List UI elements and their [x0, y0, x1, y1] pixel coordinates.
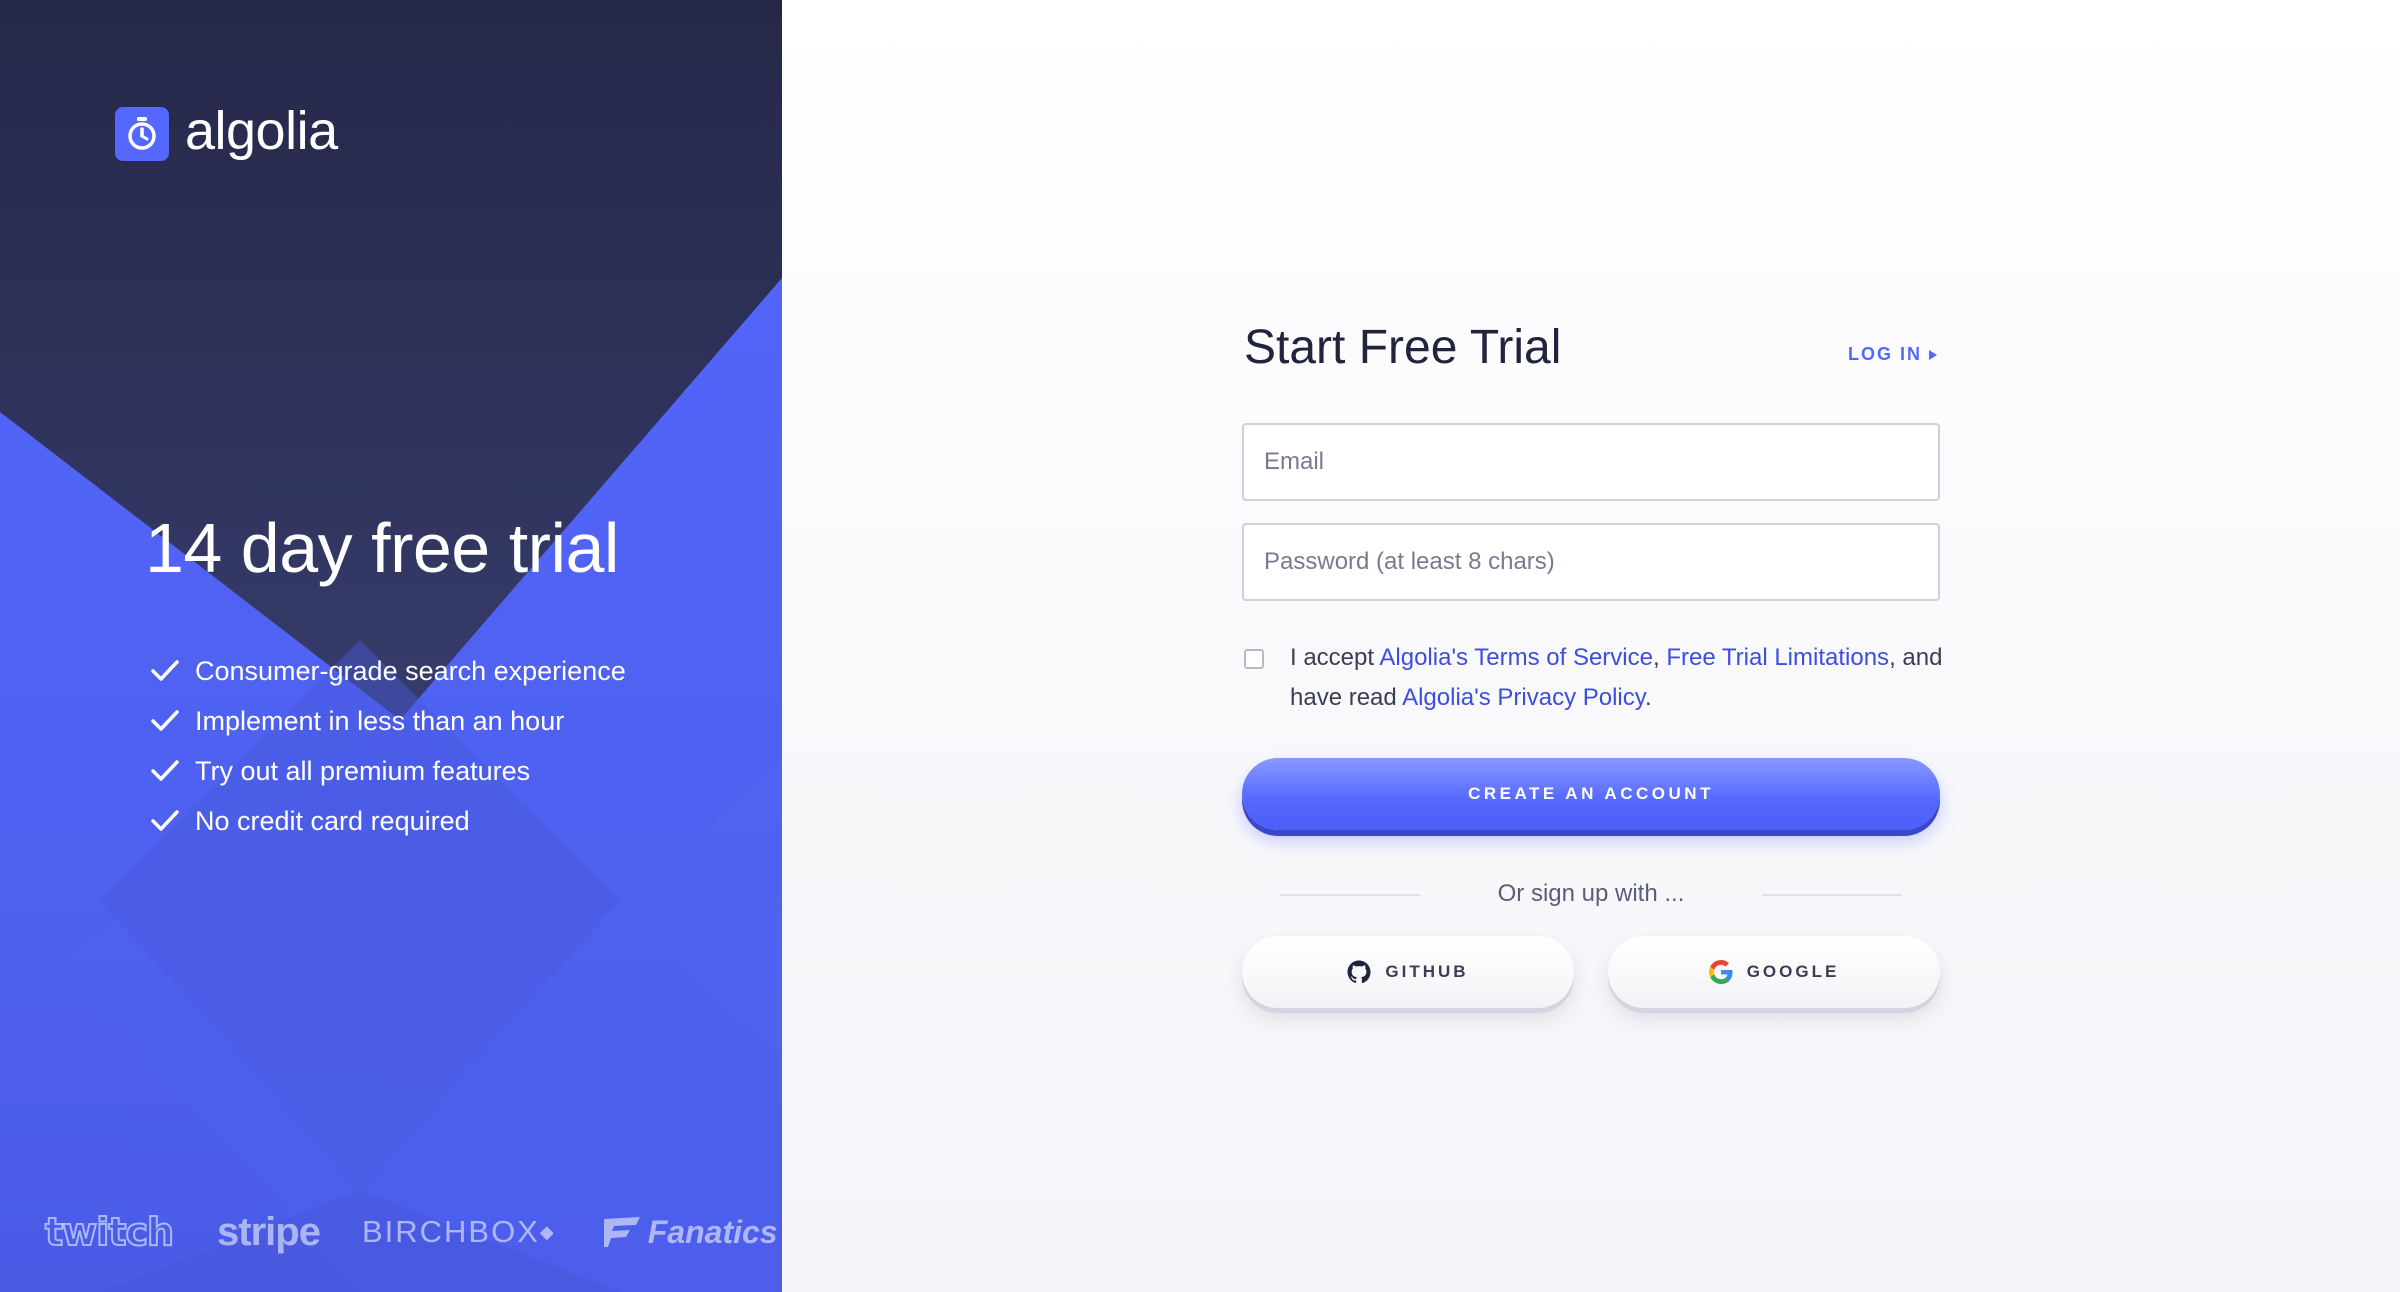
- feature-text: Consumer-grade search experience: [195, 655, 626, 686]
- terms-row: I accept Algolia's Terms of Service, Fre…: [1244, 638, 1944, 718]
- terms-text: I accept Algolia's Terms of Service, Fre…: [1290, 638, 1944, 718]
- birchbox-logo: BIRCHBOX◆: [361, 1214, 556, 1249]
- login-label: LOG IN: [1848, 344, 1922, 364]
- fanatics-flag-icon: [603, 1217, 640, 1247]
- feature-text: No credit card required: [195, 805, 470, 836]
- customer-logos: twitch stripe BIRCHBOX◆ Fanatics: [44, 1205, 778, 1259]
- terms-prefix: I accept: [1290, 644, 1380, 671]
- checkmark-icon: [150, 709, 184, 733]
- feature-item: Implement in less than an hour: [150, 696, 626, 746]
- github-icon: [1347, 960, 1371, 984]
- feature-item: Try out all premium features: [150, 746, 626, 796]
- stopwatch-icon: [115, 107, 169, 161]
- google-icon: [1708, 960, 1733, 984]
- brand-name: algolia: [185, 101, 338, 161]
- birchbox-wordmark: BIRCHBOX: [361, 1214, 540, 1249]
- feature-text: Implement in less than an hour: [195, 705, 565, 736]
- algolia-logo[interactable]: algolia: [115, 104, 338, 164]
- checkmark-icon: [150, 759, 184, 783]
- social-divider: Or sign up with ...: [1242, 874, 1940, 914]
- google-signup-button[interactable]: GOOGLE: [1608, 936, 1940, 1008]
- free-trial-limitations-link[interactable]: Free Trial Limitations: [1666, 644, 1889, 671]
- google-label: GOOGLE: [1746, 962, 1840, 981]
- checkmark-icon: [150, 809, 184, 833]
- github-label: GITHUB: [1385, 962, 1469, 981]
- accept-terms-checkbox[interactable]: [1244, 649, 1264, 669]
- form-title: Start Free Trial: [1244, 321, 1562, 374]
- checkmark-icon: [150, 659, 184, 683]
- feature-item: Consumer-grade search experience: [150, 646, 626, 696]
- stripe-logo: stripe: [217, 1209, 321, 1254]
- divider-line: [1762, 894, 1902, 896]
- login-link[interactable]: LOG IN: [1848, 344, 1938, 365]
- feature-text: Try out all premium features: [195, 755, 531, 786]
- terms-of-service-link[interactable]: Algolia's Terms of Service: [1379, 644, 1653, 671]
- fanatics-logo: Fanatics: [602, 1214, 778, 1251]
- signup-form: Start Free Trial LOG IN I accept Algolia…: [1242, 314, 1942, 1008]
- terms-suffix: .: [1644, 684, 1652, 711]
- marketing-panel: algolia 14 day free trial Consumer-grade…: [0, 0, 782, 1292]
- email-field[interactable]: [1242, 423, 1940, 501]
- fanatics-wordmark: Fanatics: [647, 1213, 778, 1250]
- privacy-policy-link[interactable]: Algolia's Privacy Policy: [1402, 684, 1645, 711]
- form-header: Start Free Trial LOG IN: [1242, 314, 1940, 384]
- signup-page: algolia 14 day free trial Consumer-grade…: [0, 0, 2400, 1292]
- password-field[interactable]: [1242, 523, 1940, 601]
- hero-title: 14 day free trial: [145, 509, 619, 587]
- terms-separator: ,: [1652, 644, 1667, 671]
- twitch-logo: twitch: [44, 1209, 175, 1255]
- github-signup-button[interactable]: GITHUB: [1242, 936, 1574, 1008]
- create-account-button[interactable]: CREATE AN ACCOUNT: [1242, 758, 1940, 830]
- form-panel: Start Free Trial LOG IN I accept Algolia…: [782, 0, 2400, 1292]
- caret-right-icon: [1929, 349, 1937, 360]
- feature-item: No credit card required: [150, 796, 626, 846]
- feature-list: Consumer-grade search experience Impleme…: [150, 646, 626, 846]
